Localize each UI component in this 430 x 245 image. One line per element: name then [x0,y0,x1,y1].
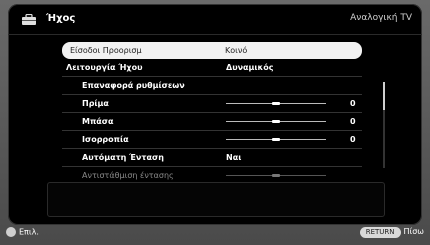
page-title: Ήχος [46,13,76,24]
menu-item-balance[interactable]: Ισορροπία 0 [54,131,370,148]
menu-item-sound-mode[interactable]: Λειτουργία Ήχου Δυναμικός [54,59,370,76]
treble-slider[interactable] [226,102,326,105]
menu-item-treble[interactable]: Πρίμα 0 [54,95,370,112]
scroll-thumb[interactable] [383,82,385,110]
menu-item-value: Δυναμικός [226,63,274,72]
select-button-icon [6,227,16,237]
sound-menu: Είσοδοι Προορισμ Κοινό Λειτουργία Ήχου Δ… [54,42,370,180]
bass-slider[interactable] [226,120,326,123]
menu-item-value: 0 [350,135,356,144]
menu-item-value: 0 [350,117,356,126]
menu-item-reset[interactable]: Επαναφορά ρυθμίσεων [54,77,370,94]
tv-screen: Ήχος Αναλογική TV Είσοδοι Προορισμ Κοινό… [0,0,430,245]
volume-offset-slider[interactable] [226,174,326,177]
panel-header: Ήχος Αναλογική TV [8,4,422,35]
menu-item-label: Είσοδοι Προορισμ [70,46,142,55]
menu-item-bass[interactable]: Μπάσα 0 [54,113,370,130]
input-source-label: Αναλογική TV [350,13,412,23]
toolbox-icon [22,14,36,25]
scrollbar[interactable] [383,82,385,168]
menu-item-value: Ναι [226,153,242,162]
settings-panel: Ήχος Αναλογική TV Είσοδοι Προορισμ Κοινό… [8,4,422,225]
menu-item-value: Κοινό [225,46,248,55]
slider-knob[interactable] [272,120,280,123]
slider-knob[interactable] [272,102,280,105]
footer-select-hint: Επιλ. [6,227,39,237]
menu-item-label: Ισορροπία [82,135,129,144]
menu-item-auto-volume[interactable]: Αυτόματη Ένταση Ναι [54,149,370,166]
footer-back-hint[interactable]: RETURN Πίσω [359,227,425,238]
menu-item-label: Μπάσα [82,117,114,126]
menu-item-target-inputs[interactable]: Είσοδοι Προορισμ Κοινό [62,42,362,59]
menu-item-label: Αυτόματη Ένταση [82,153,164,162]
select-label: Επιλ. [19,227,39,237]
return-key-badge[interactable]: RETURN [359,227,401,238]
menu-item-label: Πρίμα [82,99,109,108]
menu-item-label: Επαναφορά ρυθμίσεων [82,81,185,90]
menu-item-label: Λειτουργία Ήχου [66,63,143,72]
slider-knob[interactable] [272,138,280,141]
back-label: Πίσω [403,227,425,236]
description-box [47,182,385,217]
balance-slider[interactable] [226,138,326,141]
slider-knob[interactable] [272,174,280,177]
menu-item-value: 0 [350,99,356,108]
